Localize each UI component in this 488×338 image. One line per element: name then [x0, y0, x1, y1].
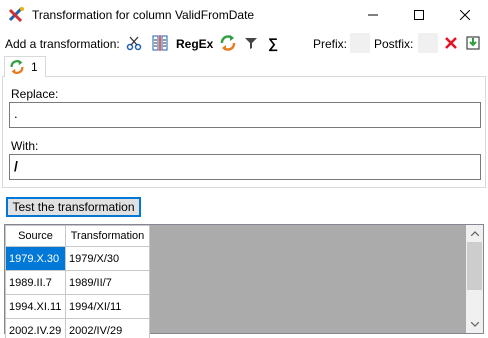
delete-x-icon [445, 37, 457, 49]
split-button[interactable] [150, 33, 170, 53]
replace-button[interactable] [218, 33, 238, 53]
replace-arrows-icon [220, 35, 236, 51]
sum-button[interactable]: ∑ [268, 35, 278, 51]
minimize-icon [368, 14, 378, 16]
maximize-icon [414, 10, 424, 20]
transformation-cell[interactable]: 1989/II/7 [65, 270, 150, 295]
replace-panel: Replace: . With: / [2, 76, 486, 188]
regex-button[interactable]: RegEx [176, 37, 213, 51]
toolbar: Add a transformation: RegEx ∑ Prefix: Po… [0, 30, 488, 56]
scissors-icon [126, 36, 142, 51]
postfix-label: Postfix: [374, 37, 414, 51]
transformation-cell[interactable]: 1979/X/30 [65, 246, 150, 271]
column-header-transformation[interactable]: Transformation [65, 225, 150, 247]
with-label: With: [11, 139, 39, 153]
source-cell[interactable]: 1994.XI.11 [5, 294, 66, 319]
transformation-tabs: 1 [0, 56, 488, 77]
vertical-scrollbar[interactable] [466, 225, 483, 333]
chevron-up-icon [470, 231, 479, 236]
transformation-cell[interactable]: 2002/IV/29 [65, 318, 150, 338]
replace-input[interactable]: . [9, 102, 481, 128]
filter-button[interactable] [241, 33, 261, 53]
scroll-thumb[interactable] [467, 242, 482, 290]
add-transformation-label: Add a transformation: [5, 37, 120, 51]
save-button[interactable] [463, 33, 483, 53]
close-button[interactable] [442, 0, 488, 30]
scroll-down-button[interactable] [466, 316, 483, 333]
test-transformation-button[interactable]: Test the transformation [6, 197, 141, 217]
title-bar: Transformation for column ValidFromDate [0, 0, 488, 30]
transform-app-icon [8, 6, 26, 24]
source-cell[interactable]: 1979.X.30 [5, 246, 66, 271]
column-header-source[interactable]: Source [5, 225, 66, 247]
scroll-up-button[interactable] [466, 225, 483, 242]
split-columns-icon [152, 35, 168, 51]
source-cell[interactable]: 2002.IV.29 [5, 318, 66, 338]
save-icon [466, 36, 480, 50]
tab-label: 1 [31, 60, 38, 74]
window-title: Transformation for column ValidFromDate [32, 8, 255, 22]
table-row[interactable]: 1994.XI.11 1994/XI/11 [5, 294, 150, 319]
result-grid: Source Transformation 1979.X.30 1979/X/3… [4, 224, 484, 338]
prefix-input[interactable] [350, 33, 370, 53]
delete-button[interactable] [441, 33, 461, 53]
cut-button[interactable] [124, 33, 144, 53]
prefix-label: Prefix: [313, 37, 348, 51]
filter-icon [245, 38, 257, 49]
tab-1[interactable]: 1 [4, 56, 46, 77]
minimize-button[interactable] [350, 0, 396, 30]
close-icon [460, 10, 470, 20]
replace-label: Replace: [11, 87, 59, 101]
maximize-button[interactable] [396, 0, 442, 30]
source-cell[interactable]: 1989.II.7 [5, 270, 66, 295]
postfix-input[interactable] [418, 33, 438, 53]
replace-arrows-icon [9, 59, 25, 75]
result-table: Source Transformation 1979.X.30 1979/X/3… [5, 225, 150, 338]
table-row[interactable]: 1979.X.30 1979/X/30 [5, 246, 150, 271]
table-row[interactable]: 1989.II.7 1989/II/7 [5, 270, 150, 295]
chevron-down-icon [470, 322, 479, 327]
transformation-cell[interactable]: 1994/XI/11 [65, 294, 150, 319]
table-row[interactable]: 2002.IV.29 2002/IV/29 [5, 318, 150, 338]
with-input[interactable]: / [9, 154, 481, 180]
